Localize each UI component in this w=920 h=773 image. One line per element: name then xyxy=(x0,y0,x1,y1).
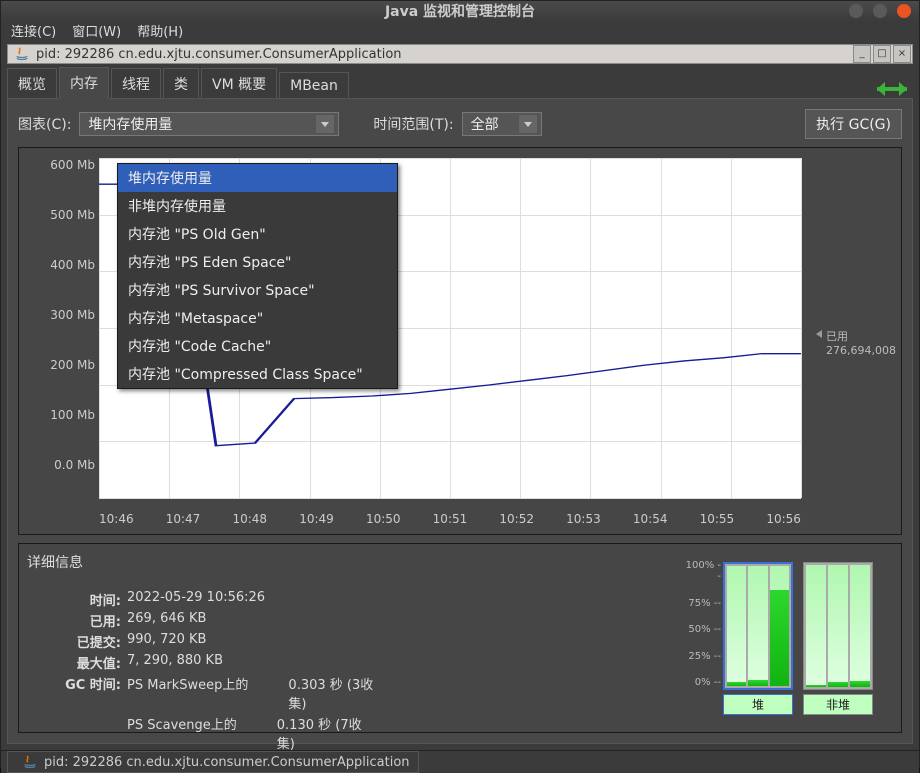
tabbar: 概览 内存 线程 类 VM 概要 MBean xyxy=(1,64,919,98)
internal-frame-title: pid: 292286 cn.edu.xjtu.consumer.Consume… xyxy=(36,47,852,62)
dropdown-option[interactable]: 内存池 "Metaspace" xyxy=(118,304,397,332)
tab-classes[interactable]: 类 xyxy=(163,68,199,98)
iframe-close[interactable]: × xyxy=(893,45,911,63)
menubar: 连接(C) 窗口(W) 帮助(H) xyxy=(1,21,919,40)
tab-mbean[interactable]: MBean xyxy=(279,72,349,98)
chart-y-axis: 600 Mb500 Mb400 Mb300 Mb200 Mb100 Mb0.0 … xyxy=(19,148,99,508)
controls-row: 图表(C): 堆内存使用量 时间范围(T): 全部 执行 GC(G) xyxy=(18,109,902,139)
chart-end-label: 已用 276,694,008 xyxy=(826,328,896,357)
memory-bars: 100% --75% --50% --25% --0% -- 堆 非堆 xyxy=(683,552,893,724)
dropdown-option[interactable]: 内存池 "PS Old Gen" xyxy=(118,220,397,248)
menu-connect[interactable]: 连接(C) xyxy=(11,21,56,40)
chevron-down-icon xyxy=(519,115,537,133)
time-range-select[interactable]: 全部 xyxy=(462,112,542,136)
internal-taskbar: pid: 292286 cn.edu.xjtu.consumer.Consume… xyxy=(1,750,919,773)
java-icon xyxy=(14,46,30,62)
memory-bar[interactable] xyxy=(770,566,789,686)
tab-vm[interactable]: VM 概要 xyxy=(201,68,277,98)
chart-select[interactable]: 堆内存使用量 xyxy=(79,112,339,136)
app-window: Java 监视和管理控制台 连接(C) 窗口(W) 帮助(H) pid: 292… xyxy=(0,0,920,768)
connection-status-icon xyxy=(877,80,907,98)
pointer-left-icon xyxy=(816,330,822,338)
time-range-label: 时间范围(T): xyxy=(373,114,453,134)
heap-bar-group[interactable] xyxy=(723,562,793,690)
chart-select-dropdown[interactable]: 堆内存使用量非堆内存使用量内存池 "PS Old Gen"内存池 "PS Ede… xyxy=(117,163,398,389)
dropdown-option[interactable]: 非堆内存使用量 xyxy=(118,192,397,220)
chart-select-value: 堆内存使用量 xyxy=(88,114,172,134)
dropdown-option[interactable]: 内存池 "PS Eden Space" xyxy=(118,248,397,276)
perform-gc-button[interactable]: 执行 GC(G) xyxy=(805,109,902,139)
nonheap-bar-group[interactable] xyxy=(803,562,873,690)
chevron-down-icon xyxy=(316,115,334,133)
nonheap-caption[interactable]: 非堆 xyxy=(803,694,873,715)
tab-overview[interactable]: 概览 xyxy=(7,68,57,98)
iframe-maximize[interactable]: □ xyxy=(873,45,891,63)
memory-bar[interactable] xyxy=(727,566,746,686)
window-title: Java 监视和管理控制台 xyxy=(385,1,535,21)
menu-help[interactable]: 帮助(H) xyxy=(137,21,183,40)
chart-x-axis: 10:4610:4710:4810:4910:5010:5110:5210:53… xyxy=(19,508,901,534)
window-titlebar[interactable]: Java 监视和管理控制台 xyxy=(1,1,919,21)
iframe-minimize[interactable]: _ xyxy=(853,45,871,63)
tab-threads[interactable]: 线程 xyxy=(111,68,161,98)
details-panel: 详细信息 时间:2022-05-29 10:56:26 已用:269, 646 … xyxy=(18,543,902,733)
chart-select-label: 图表(C): xyxy=(18,114,71,134)
internal-frame-titlebar[interactable]: pid: 292286 cn.edu.xjtu.consumer.Consume… xyxy=(7,44,913,64)
memory-bar[interactable] xyxy=(850,565,870,687)
task-item-label: pid: 292286 cn.edu.xjtu.consumer.Consume… xyxy=(44,755,410,770)
tab-memory[interactable]: 内存 xyxy=(59,67,109,99)
menu-window[interactable]: 窗口(W) xyxy=(72,21,121,40)
memory-bar[interactable] xyxy=(748,566,767,686)
memory-bar[interactable] xyxy=(806,565,826,687)
time-range-value: 全部 xyxy=(471,114,499,134)
dropdown-option[interactable]: 内存池 "Code Cache" xyxy=(118,332,397,360)
maximize-button[interactable] xyxy=(873,4,887,18)
task-item[interactable]: pid: 292286 cn.edu.xjtu.consumer.Consume… xyxy=(7,751,419,773)
close-button[interactable] xyxy=(897,4,911,18)
dropdown-option[interactable]: 内存池 "Compressed Class Space" xyxy=(118,360,397,388)
heap-caption[interactable]: 堆 xyxy=(723,694,793,715)
minimize-button[interactable] xyxy=(849,4,863,18)
details-title: 详细信息 xyxy=(27,552,683,572)
dropdown-option[interactable]: 内存池 "PS Survivor Space" xyxy=(118,276,397,304)
dropdown-option[interactable]: 堆内存使用量 xyxy=(118,164,397,192)
memory-bar[interactable] xyxy=(828,565,848,687)
